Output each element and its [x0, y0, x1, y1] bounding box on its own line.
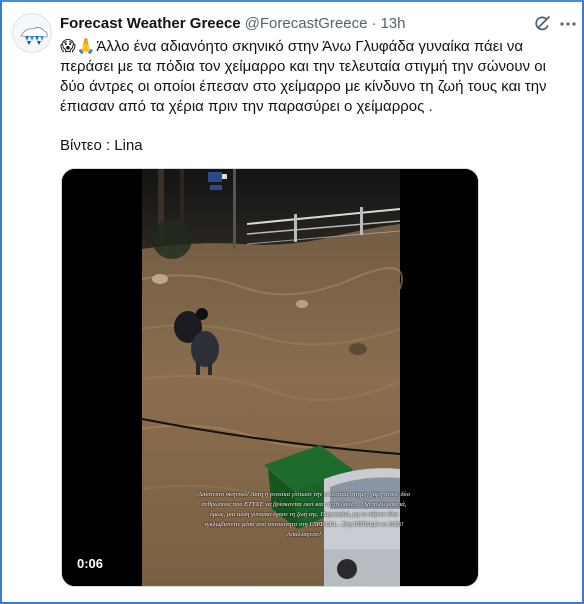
- tweet-text: 😱🙏Άλλο ένα αδιανόητο σκηνικό στην Άνω Γλ…: [60, 37, 570, 117]
- timestamp[interactable]: 13h: [380, 14, 405, 34]
- video-duration: 0:06: [72, 554, 109, 574]
- display-name[interactable]: Forecast Weather Greece: [60, 14, 241, 34]
- video-overlay-text: Απίστευτο σκηνικό! Αυτή η γυναίκα γλίτωσ…: [198, 491, 410, 538]
- weather-logo-icon: [13, 14, 51, 52]
- pray-emoji: 🙏: [76, 38, 96, 55]
- more-dots-icon: [560, 22, 576, 26]
- tweet-body: Άλλο ένα αδιανόητο σκηνικό στην Άνω Γλυφ…: [60, 38, 547, 115]
- user-handle[interactable]: @ForecastGreece: [245, 14, 368, 34]
- tweet-header: Forecast Weather Greece @ForecastGreece …: [60, 14, 405, 34]
- separator-dot: ·: [371, 15, 377, 32]
- scream-emoji: 😱: [60, 38, 76, 55]
- grok-button[interactable]: [532, 14, 552, 34]
- video-player[interactable]: Απίστευτο σκηνικό! Αυτή η γυναίκα γλίτωσ…: [61, 168, 479, 587]
- grok-icon: [535, 16, 550, 31]
- tweet-caption: Βίντεο : Lina: [60, 137, 143, 154]
- more-options-button[interactable]: [558, 14, 578, 34]
- avatar[interactable]: [12, 13, 52, 53]
